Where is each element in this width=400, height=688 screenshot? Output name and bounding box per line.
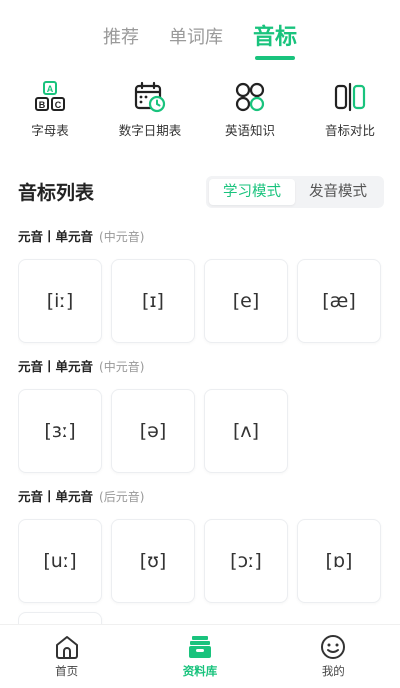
quick-link-alphabet[interactable]: A B C 字母表 — [0, 80, 100, 139]
group-title: 元音丨单元音 (中元音) — [18, 356, 384, 378]
quick-link-label: 英语知识 — [224, 123, 275, 138]
tab-word-library[interactable]: 单词库 — [169, 22, 223, 58]
symbol-cards: [iː] [ɪ] [e] [æ] — [18, 259, 384, 343]
svg-text:C: C — [55, 100, 62, 110]
nav-home[interactable]: 首页 — [0, 625, 133, 688]
symbol-cards: [uː] [ʊ] [ɔː] [ɒ] — [18, 519, 384, 603]
phonetic-card[interactable]: [ɔː] — [204, 519, 288, 603]
group-title: 元音丨单元音 (后元音) — [18, 486, 384, 508]
phonetic-card[interactable]: [ɒ] — [297, 519, 381, 603]
library-icon — [188, 636, 211, 658]
quick-link-label: 数字日期表 — [118, 123, 182, 138]
tab-recommend[interactable]: 推荐 — [103, 22, 139, 58]
phonetic-card[interactable]: [æ] — [297, 259, 381, 343]
phonetic-card[interactable]: [iː] — [18, 259, 102, 343]
symbol-cards: [ɜː] [ə] [ʌ] — [18, 389, 384, 473]
home-icon — [55, 636, 78, 659]
quick-link-phonetic-compare[interactable]: 音标对比 — [300, 80, 400, 139]
group-title-text: 元音丨单元音 — [18, 359, 94, 374]
phonetic-card[interactable]: [e] — [204, 259, 288, 343]
group-title: 元音丨单元音 (中元音) — [18, 226, 384, 248]
svg-text:B: B — [39, 100, 46, 110]
phonetic-card[interactable]: [ə] — [111, 389, 195, 473]
quick-link-english-knowledge[interactable]: 英语知识 — [200, 80, 300, 139]
nav-library[interactable]: 资料库 — [133, 625, 266, 688]
nav-mine[interactable]: 我的 — [267, 625, 400, 688]
quick-link-label: 字母表 — [31, 123, 69, 138]
phonetic-group: 元音丨单元音 (后元音) [uː] [ʊ] [ɔː] [ɒ] — [18, 486, 384, 626]
group-title-text: 元音丨单元音 — [18, 489, 94, 504]
phonetic-list: 元音丨单元音 (中元音) [iː] [ɪ] [e] [æ] 元音丨单元音 (中元音)… — [18, 226, 384, 626]
quick-link-label: 音标对比 — [324, 123, 375, 138]
bottom-nav: 首页 资料库 我的 — [0, 624, 400, 688]
phonetic-group: 元音丨单元音 (中元音) [ɜː] [ə] [ʌ] — [18, 356, 384, 473]
phonetic-group: 元音丨单元音 (中元音) [iː] [ɪ] [e] [æ] — [18, 226, 384, 343]
nav-label: 资料库 — [182, 664, 218, 678]
phonetic-card[interactable]: [ɜː] — [18, 389, 102, 473]
smiley-icon — [321, 635, 346, 659]
nav-label: 首页 — [55, 664, 79, 678]
calendar-clock-icon — [134, 81, 166, 113]
mode-switch: 学习模式 发音模式 — [206, 176, 384, 208]
quick-link-number-date[interactable]: 数字日期表 — [100, 80, 200, 139]
compare-icon — [334, 82, 366, 112]
phonetic-card[interactable]: [ʌ] — [204, 389, 288, 473]
phonetic-card[interactable]: [ɪ] — [111, 259, 195, 343]
study-mode-button[interactable]: 学习模式 — [209, 179, 295, 205]
phonetic-card[interactable]: [ʊ] — [111, 519, 195, 603]
section-title: 音标列表 — [18, 182, 95, 204]
group-title-text: 元音丨单元音 — [18, 229, 94, 244]
quick-links: A B C 字母表 数字日期表 英语知识 音标对比 — [0, 80, 400, 139]
alphabet-blocks-icon: A B C — [35, 81, 65, 111]
group-subtitle: (中元音) — [99, 360, 145, 374]
group-subtitle: (中元音) — [99, 230, 145, 244]
pronunciation-mode-button[interactable]: 发音模式 — [295, 179, 381, 205]
group-subtitle: (后元音) — [99, 490, 145, 504]
nav-label: 我的 — [321, 664, 345, 678]
knowledge-grid-icon — [235, 82, 265, 112]
top-tabs: 推荐 单词库 音标 — [0, 22, 400, 62]
phonetic-card[interactable]: [uː] — [18, 519, 102, 603]
svg-text:A: A — [47, 84, 54, 94]
phonetic-list-header: 音标列表 学习模式 发音模式 — [18, 174, 384, 210]
tab-phonetics[interactable]: 音标 — [253, 22, 297, 60]
